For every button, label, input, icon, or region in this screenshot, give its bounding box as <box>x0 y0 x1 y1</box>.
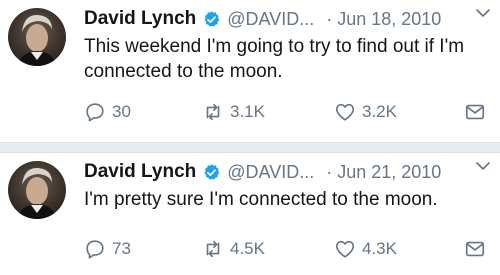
reply-icon <box>86 103 104 122</box>
tweet-divider <box>0 142 500 153</box>
message-icon <box>465 104 485 120</box>
retweet-count: 4.5K <box>230 239 265 258</box>
author-name[interactable]: David Lynch <box>84 161 196 183</box>
direct-message-button[interactable] <box>464 101 486 123</box>
retweet-count: 3.1K <box>230 102 265 121</box>
message-icon <box>465 241 485 257</box>
reply-count: 73 <box>112 239 131 258</box>
verified-badge-icon <box>204 10 220 27</box>
like-icon <box>335 103 355 121</box>
tweet-header: David Lynch @DAVID... · Jun 21, 2010 <box>84 159 490 185</box>
like-count: 4.3K <box>362 239 397 258</box>
author-handle[interactable]: @DAVID... <box>227 162 314 183</box>
retweet-icon <box>206 240 220 258</box>
reply-button[interactable]: 30 <box>84 101 131 123</box>
retweet-icon <box>206 103 220 121</box>
reply-icon <box>86 240 104 259</box>
tweet-feed: David Lynch @DAVID... · Jun 18, 2010 Thi… <box>0 0 500 275</box>
reply-button[interactable]: 73 <box>84 238 131 260</box>
tweet-header: David Lynch @DAVID... · Jun 18, 2010 <box>84 6 490 32</box>
tweet-actions: 73 4.5K 4.3K <box>84 236 486 262</box>
tweet-actions: 30 3.1K 3.2K <box>84 99 486 125</box>
like-count: 3.2K <box>362 102 397 121</box>
direct-message-button[interactable] <box>464 238 486 260</box>
like-icon <box>335 240 355 258</box>
retweet-button[interactable]: 3.1K <box>202 101 265 123</box>
tweet-text: This weekend I'm going to try to find ou… <box>84 36 465 82</box>
avatar[interactable] <box>8 161 66 219</box>
chevron-down-icon[interactable] <box>474 157 492 175</box>
reply-count: 30 <box>112 102 131 121</box>
author-name[interactable]: David Lynch <box>84 8 196 30</box>
tweet-text: I'm pretty sure I'm connected to the moo… <box>84 189 438 210</box>
tweet[interactable]: David Lynch @DAVID... · Jun 21, 2010 I'm… <box>0 153 500 275</box>
avatar[interactable] <box>8 8 66 66</box>
like-button[interactable]: 3.2K <box>334 101 397 123</box>
retweet-button[interactable]: 4.5K <box>202 238 265 260</box>
chevron-down-icon[interactable] <box>474 4 492 22</box>
tweet[interactable]: David Lynch @DAVID... · Jun 18, 2010 Thi… <box>0 0 500 142</box>
verified-badge-icon <box>204 163 220 180</box>
author-handle[interactable]: @DAVID... <box>227 9 314 30</box>
tweet-date[interactable]: · Jun 21, 2010 <box>326 162 441 183</box>
like-button[interactable]: 4.3K <box>334 238 397 260</box>
tweet-date[interactable]: · Jun 18, 2010 <box>326 9 441 30</box>
